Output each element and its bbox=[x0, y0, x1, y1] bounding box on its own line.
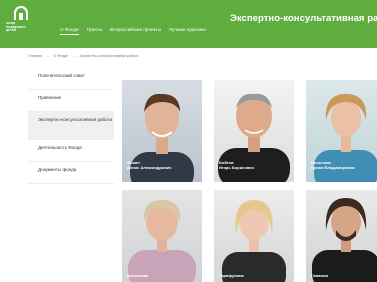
nav-item-about[interactable]: О Фонде bbox=[60, 27, 79, 35]
expert-name: Денис Александрович bbox=[127, 165, 172, 170]
nav-item-projects[interactable]: Всероссийские проекты bbox=[110, 27, 161, 35]
sidebar-item-expert-work[interactable]: Экспертно-консультативная работа bbox=[28, 112, 114, 140]
expert-caption: Вольнова Ирина Владимировна bbox=[311, 160, 355, 170]
expert-card[interactable]: Волочкова bbox=[122, 190, 202, 282]
breadcrumb-about[interactable]: О Фонде bbox=[53, 54, 68, 58]
breadcrumb: Главная → О Фонде → Экспертно-консультат… bbox=[28, 54, 139, 58]
sidebar-item-activity[interactable]: Деятельность Фонда bbox=[28, 140, 114, 162]
expert-caption: Гарифулина bbox=[219, 273, 244, 278]
sidebar: Попечительский совет Правление Экспертно… bbox=[28, 68, 114, 184]
nav-item-grants[interactable]: Гранты bbox=[87, 27, 102, 35]
page-title: Экспертно-консультативная работа bbox=[230, 13, 377, 24]
portrait-photo bbox=[312, 198, 377, 282]
expert-card[interactable]: Бойтов Игорь Борисович bbox=[214, 80, 294, 182]
logo-mark-icon bbox=[14, 6, 28, 20]
expert-surname: Волочкова bbox=[127, 273, 149, 278]
sidebar-item-documents[interactable]: Документы фонда bbox=[28, 162, 114, 184]
logo-text: ФОНД ПОДДЕРЖКИ ДЕТЕЙ bbox=[6, 21, 42, 33]
expert-card[interactable]: Гарифулина bbox=[214, 190, 294, 282]
logo-line: ДЕТЕЙ bbox=[6, 28, 17, 33]
breadcrumb-separator: → bbox=[71, 54, 76, 58]
main-nav: О Фонде Гранты Всероссийские проекты Луч… bbox=[60, 27, 206, 35]
sidebar-item-board[interactable]: Попечительский совет bbox=[28, 68, 114, 90]
portrait-photo bbox=[222, 200, 286, 282]
expert-card[interactable]: Фокин Денис Александрович bbox=[122, 80, 202, 182]
fund-logo[interactable]: ФОНД ПОДДЕРЖКИ ДЕТЕЙ bbox=[6, 6, 40, 38]
expert-card[interactable]: Вольнова Ирина Владимировна bbox=[306, 80, 377, 182]
breadcrumb-separator: → bbox=[45, 54, 50, 58]
site-header: ФОНД ПОДДЕРЖКИ ДЕТЕЙ О Фонде Гранты Всер… bbox=[0, 0, 377, 48]
nav-item-practices[interactable]: Лучшие практики bbox=[169, 27, 206, 35]
expert-card[interactable]: Гамалов bbox=[306, 190, 377, 282]
portrait-photo bbox=[128, 200, 196, 282]
expert-caption: Гамалов bbox=[311, 273, 328, 278]
expert-caption: Фокин Денис Александрович bbox=[127, 160, 171, 170]
expert-surname: Гамалов bbox=[311, 273, 328, 278]
expert-name: Ирина Владимировна bbox=[311, 165, 355, 170]
breadcrumb-home[interactable]: Главная bbox=[28, 54, 42, 58]
expert-surname: Гарифулина bbox=[219, 273, 244, 278]
expert-caption: Волочкова bbox=[127, 273, 148, 278]
expert-caption: Бойтов Игорь Борисович bbox=[219, 160, 254, 170]
sidebar-item-management[interactable]: Правление bbox=[28, 90, 114, 112]
breadcrumb-current: Экспертно-консультативная работа bbox=[79, 54, 139, 58]
expert-name: Игорь Борисович bbox=[219, 165, 255, 170]
